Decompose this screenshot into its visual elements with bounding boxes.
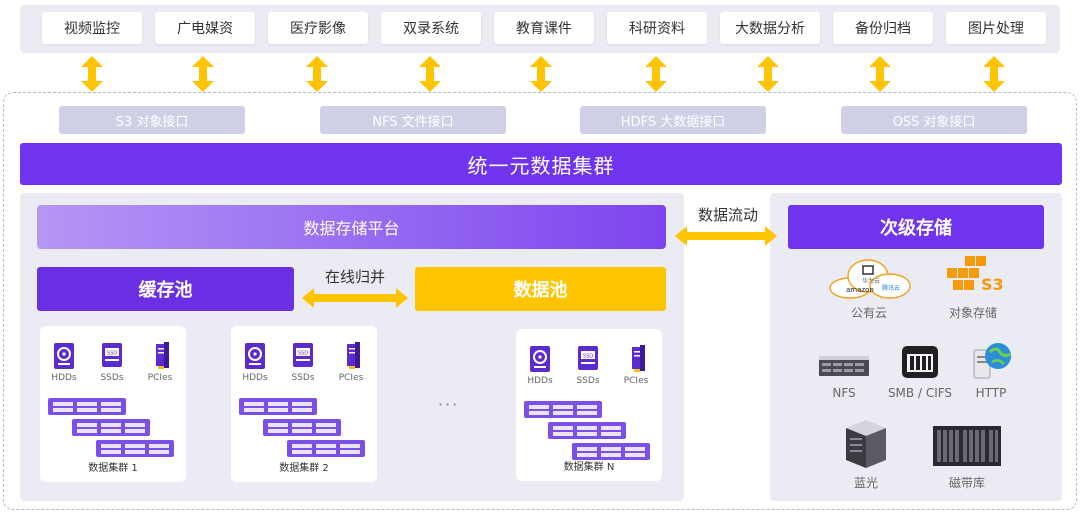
- app-image-processing[interactable]: 图片处理: [946, 12, 1046, 44]
- hdd-device: HDDs: [239, 342, 271, 383]
- pcie-device: PCIes: [620, 345, 652, 386]
- svg-text:SSD: SSD: [583, 354, 593, 360]
- app-broadcast-media[interactable]: 广电媒资: [155, 12, 255, 44]
- pcie-device: PCIes: [144, 342, 176, 383]
- unified-metadata-cluster[interactable]: 统一元数据集群: [20, 143, 1062, 185]
- tape-library-item[interactable]: 磁带库: [922, 420, 1012, 491]
- double-arrow-icon: [419, 56, 441, 92]
- svg-text:amazon: amazon: [846, 286, 874, 294]
- svg-text:华为云: 华为云: [862, 277, 880, 285]
- blu-ray-item[interactable]: 蓝光: [821, 418, 911, 491]
- data-cluster-card[interactable]: HDDs SSD SSDs PCIes 数据集群 1: [40, 326, 186, 482]
- ssd-device: SSD SSDs: [96, 342, 128, 383]
- application-bar: 视频监控 广电媒资 医疗影像 双录系统 教育课件 科研资料 大数据分析 备份归档…: [20, 5, 1060, 53]
- double-arrow-icon: [869, 56, 891, 92]
- data-cluster-card[interactable]: HDDs SSD SSDs PCIes 数据集群 N: [516, 329, 662, 481]
- hdd-device: HDDs: [48, 342, 80, 383]
- data-flow-label: 数据流动: [697, 206, 758, 224]
- ssd-icon: SSD: [102, 343, 122, 367]
- nfs-server-icon: [819, 356, 869, 376]
- app-education-courseware[interactable]: 教育课件: [494, 12, 594, 44]
- double-arrow-icon: [645, 56, 667, 92]
- interface-nfs[interactable]: NFS 文件接口: [320, 106, 506, 134]
- http-item[interactable]: HTTP: [946, 340, 1036, 400]
- cluster-label: 数据集群 2: [279, 463, 329, 474]
- ssd-icon: SSD: [293, 343, 313, 367]
- svg-text:SSD: SSD: [107, 351, 117, 357]
- app-research-data[interactable]: 科研资料: [607, 12, 707, 44]
- cache-pool[interactable]: 缓存池: [37, 267, 294, 311]
- public-cloud-icon: amazon 华为云 腾讯云: [829, 259, 911, 299]
- data-pool[interactable]: 数据池: [415, 267, 666, 311]
- interface-s3[interactable]: S3 对象接口: [59, 106, 245, 134]
- svg-text:腾讯云: 腾讯云: [882, 284, 900, 292]
- http-globe-server-icon: [973, 343, 1011, 379]
- svg-text:SSD: SSD: [298, 351, 308, 357]
- public-cloud-item[interactable]: amazon 华为云 腾讯云 公有云: [824, 258, 914, 321]
- ssd-device: SSD SSDs: [572, 345, 604, 386]
- app-medical-imaging[interactable]: 医疗影像: [268, 12, 368, 44]
- double-arrow-icon: [983, 56, 1005, 92]
- pcie-card-icon: [632, 345, 645, 372]
- object-storage-cubes-icon: S3: [947, 256, 1003, 294]
- hdd-icon: [54, 343, 74, 369]
- ssd-device: SSD SSDs: [287, 342, 319, 383]
- app-backup-archive[interactable]: 备份归档: [833, 12, 933, 44]
- pcie-card-icon: [347, 342, 360, 369]
- double-arrow-icon: [81, 56, 103, 92]
- double-arrow-icon: [530, 56, 552, 92]
- cluster-label: 数据集群 N: [563, 462, 615, 473]
- nas-device-icon: [902, 346, 938, 378]
- app-big-data-analytics[interactable]: 大数据分析: [720, 12, 820, 44]
- app-video-surveillance[interactable]: 视频监控: [42, 12, 142, 44]
- server-rack-icon: [239, 398, 365, 457]
- hdd-icon: [245, 343, 265, 369]
- cluster-label: 数据集群 1: [88, 463, 138, 474]
- pcie-device: PCIes: [335, 342, 367, 383]
- data-storage-platform[interactable]: 数据存储平台: [37, 205, 666, 249]
- tape-library-icon: [933, 426, 1001, 466]
- blu-ray-library-icon: [846, 420, 886, 468]
- app-dual-recording[interactable]: 双录系统: [381, 12, 481, 44]
- pcie-card-icon: [156, 342, 169, 369]
- secondary-storage-header[interactable]: 次级存储: [788, 205, 1044, 249]
- horizontal-double-arrow-icon: [675, 226, 777, 246]
- horizontal-double-arrow-icon: [302, 288, 408, 308]
- object-storage-item[interactable]: S3 对象存储: [928, 254, 1018, 321]
- double-arrow-icon: [757, 56, 779, 92]
- svg-text:S3: S3: [981, 275, 1003, 294]
- double-arrow-icon: [306, 56, 328, 92]
- ssd-icon: SSD: [578, 346, 598, 370]
- hdd-device: HDDs: [524, 345, 556, 386]
- more-clusters-ellipsis: ···: [438, 395, 460, 414]
- data-cluster-card[interactable]: HDDs SSD SSDs PCIes 数据集群 2: [231, 326, 377, 482]
- interface-oss[interactable]: OSS 对象接口: [841, 106, 1027, 134]
- server-rack-icon: [48, 398, 174, 457]
- interface-hdfs[interactable]: HDFS 大数据接口: [580, 106, 766, 134]
- double-arrow-icon: [192, 56, 214, 92]
- online-merge-label: 在线归并: [324, 268, 385, 286]
- hdd-icon: [530, 346, 550, 372]
- server-rack-icon: [524, 401, 650, 460]
